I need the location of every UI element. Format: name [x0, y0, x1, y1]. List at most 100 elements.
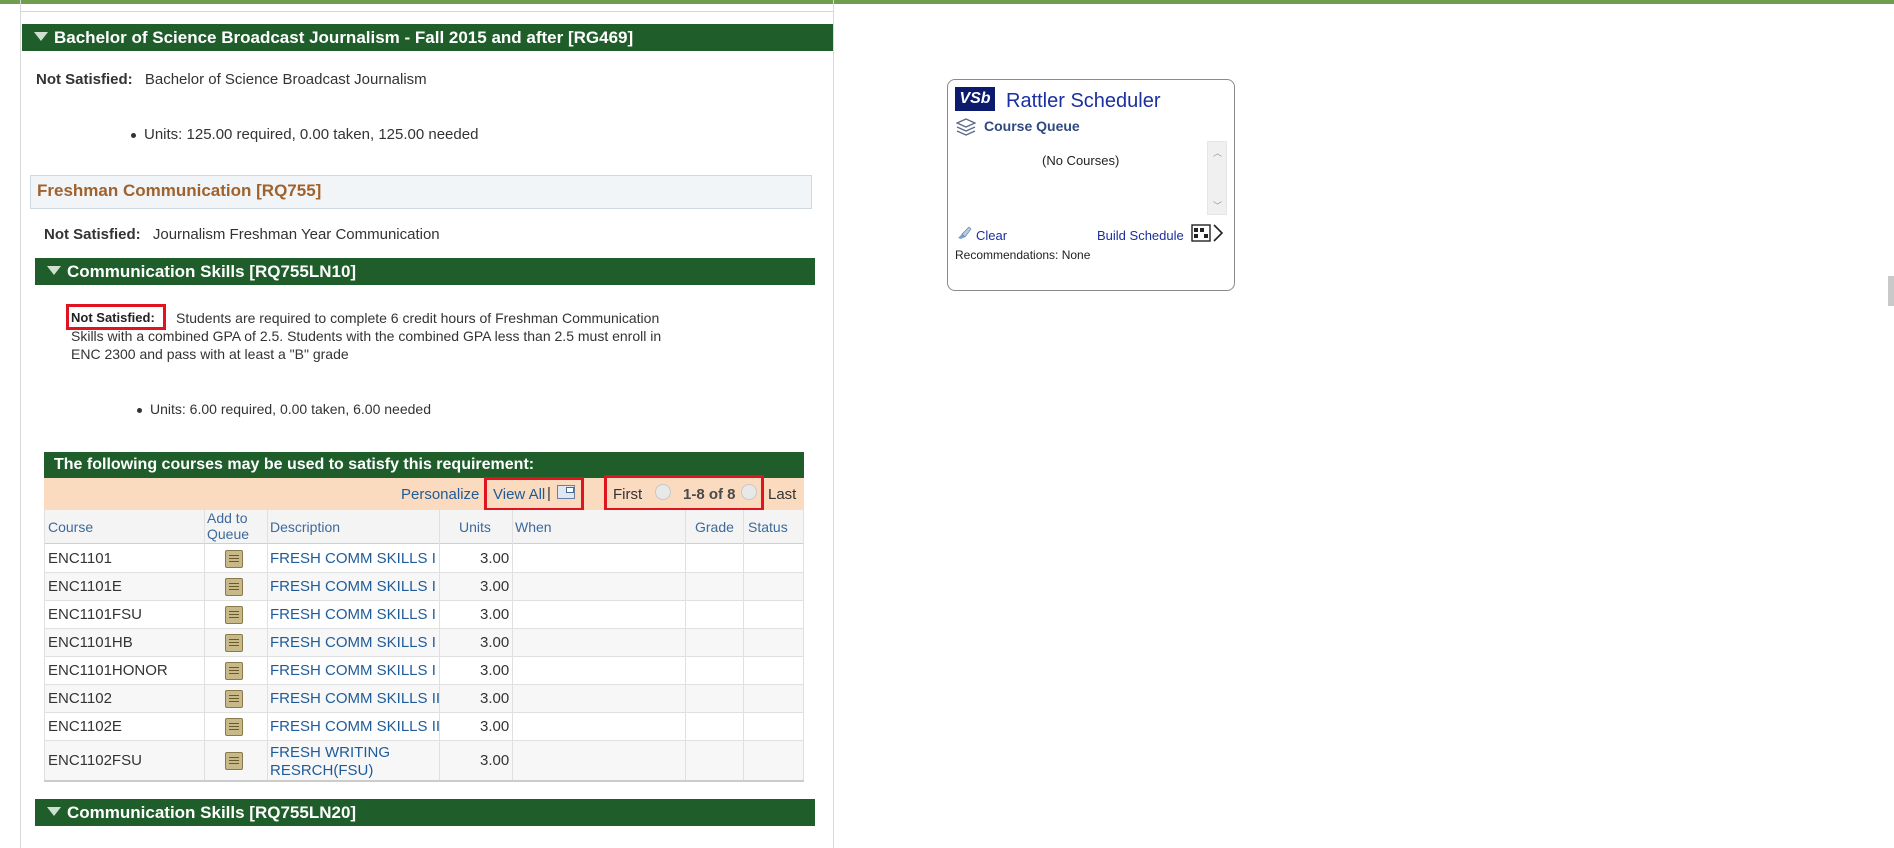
- queue-scrollbar[interactable]: ︿ ﹀: [1207, 141, 1227, 215]
- queue-empty-text: (No Courses): [1042, 153, 1120, 168]
- subreq-status-label: Not Satisfied:: [71, 310, 155, 325]
- subreq-desc-line3: ENC 2300 and pass with at least a "B" gr…: [71, 346, 349, 362]
- course-code: ENC1101: [48, 550, 112, 567]
- course-units: 3.00: [480, 662, 510, 679]
- grid-line: [685, 510, 686, 781]
- personalize-link[interactable]: Personalize: [401, 486, 479, 503]
- page-scrollbar-thumb[interactable]: [1888, 276, 1894, 306]
- table-row: ENC1102 FRESH COMM SKILLS II 3.00: [44, 685, 804, 713]
- table-header-row: Course Add to Queue Description Units Wh…: [44, 510, 804, 544]
- next-arrow-icon[interactable]: [741, 484, 757, 500]
- program-header[interactable]: Bachelor of Science Broadcast Journalism…: [22, 24, 833, 51]
- previous-section-box: [21, 0, 833, 12]
- course-code: ENC1101HONOR: [48, 662, 168, 679]
- clear-button[interactable]: Clear: [976, 228, 1007, 243]
- course-description-link[interactable]: FRESH COMM SKILLS I: [270, 634, 436, 651]
- program-units: Units: 125.00 required, 0.00 taken, 125.…: [131, 126, 478, 143]
- course-code: ENC1101FSU: [48, 606, 142, 623]
- collapse-triangle-icon[interactable]: [47, 807, 61, 816]
- course-code: ENC1101E: [48, 578, 122, 595]
- collapse-triangle-icon[interactable]: [34, 32, 48, 41]
- build-schedule-button[interactable]: Build Schedule: [1097, 228, 1184, 243]
- grid-line: [803, 510, 804, 781]
- course-queue-label: Course Queue: [984, 118, 1080, 134]
- course-description-link-line2[interactable]: RESRCH(FSU): [270, 762, 373, 779]
- grid-line: [743, 510, 744, 781]
- program-header-text: Bachelor of Science Broadcast Journalism…: [54, 28, 634, 47]
- course-units: 3.00: [480, 634, 510, 651]
- course-description-link[interactable]: FRESH COMM SKILLS I: [270, 662, 436, 679]
- add-to-queue-icon[interactable]: [225, 634, 243, 652]
- add-to-queue-icon[interactable]: [225, 662, 243, 680]
- requirement-status-text: Journalism Freshman Year Communication: [152, 226, 440, 243]
- popout-grid-icon[interactable]: [557, 485, 575, 499]
- course-description-link[interactable]: FRESH COMM SKILLS I: [270, 606, 436, 623]
- subreq-desc-line2: Skills with a combined GPA of 2.5. Stude…: [71, 328, 662, 344]
- prev-arrow-icon[interactable]: [655, 484, 671, 500]
- table-row: ENC1102FSU FRESH WRITING RESRCH(FSU) 3.00: [44, 741, 804, 781]
- col-add-line1: Add to: [207, 510, 248, 526]
- table-row: ENC1101HONOR FRESH COMM SKILLS I 3.00: [44, 657, 804, 685]
- program-status: Not Satisfied: Bachelor of Science Broad…: [36, 71, 427, 88]
- table-row: ENC1101 FRESH COMM SKILLS I 3.00: [44, 545, 804, 573]
- view-all-link[interactable]: View All: [493, 486, 545, 503]
- subreq-units: Units: 6.00 required, 0.00 taken, 6.00 n…: [137, 401, 431, 417]
- course-units: 3.00: [480, 606, 510, 623]
- recommendations-text: Recommendations: None: [955, 248, 1091, 262]
- grid-line: [267, 510, 268, 781]
- program-status-text: Bachelor of Science Broadcast Journalism: [144, 71, 427, 88]
- course-units: 3.00: [480, 718, 510, 735]
- table-row: ENC1101HB FRESH COMM SKILLS I 3.00: [44, 629, 804, 657]
- program-units-text: Units: 125.00 required, 0.00 taken, 125.…: [144, 126, 479, 143]
- subreq-desc-line1: Students are required to complete 6 cred…: [176, 310, 660, 326]
- scheduler-title: Rattler Scheduler: [1006, 90, 1161, 112]
- add-to-queue-icon[interactable]: [225, 752, 243, 770]
- col-course[interactable]: Course: [48, 519, 93, 535]
- col-status[interactable]: Status: [748, 519, 788, 535]
- course-units: 3.00: [480, 578, 510, 595]
- last-link[interactable]: Last: [768, 486, 796, 503]
- grid-line: [512, 510, 513, 781]
- course-description-link[interactable]: FRESH COMM SKILLS II: [270, 718, 440, 735]
- table-row: ENC1101E FRESH COMM SKILLS I 3.00: [44, 573, 804, 601]
- bullet: [137, 407, 142, 413]
- subrequirement-header[interactable]: Communication Skills [RQ755LN10]: [35, 258, 815, 285]
- add-to-queue-icon[interactable]: [225, 578, 243, 596]
- subrequirement-header-2-text: Communication Skills [RQ755LN20]: [67, 803, 357, 822]
- subrequirement-header-text: Communication Skills [RQ755LN10]: [67, 262, 357, 281]
- course-units: 3.00: [480, 752, 510, 769]
- subreq-units-text: Units: 6.00 required, 0.00 taken, 6.00 n…: [150, 401, 431, 417]
- clear-brush-icon[interactable]: [956, 226, 972, 240]
- collapse-triangle-icon[interactable]: [47, 266, 61, 275]
- page-range: 1-8 of 8: [683, 486, 736, 503]
- first-link[interactable]: First: [613, 486, 642, 503]
- col-add-line2: Queue: [207, 526, 250, 542]
- grid-line: [439, 510, 440, 781]
- scroll-down-icon[interactable]: ﹀: [1213, 199, 1222, 212]
- course-description-link[interactable]: FRESH COMM SKILLS I: [270, 578, 436, 595]
- col-grade[interactable]: Grade: [695, 519, 734, 535]
- grid-line: [204, 510, 205, 781]
- course-code: ENC1102FSU: [48, 752, 142, 769]
- col-units[interactable]: Units: [459, 519, 491, 535]
- course-description-link[interactable]: FRESH COMM SKILLS I: [270, 550, 436, 567]
- course-code: ENC1101HB: [48, 634, 133, 651]
- add-to-queue-icon[interactable]: [225, 550, 243, 568]
- col-when[interactable]: When: [515, 519, 552, 535]
- requirement-status: Not Satisfied: Journalism Freshman Year …: [44, 226, 440, 243]
- view-all-separator: |: [547, 485, 551, 502]
- vsb-logo: VSb: [955, 87, 995, 111]
- add-to-queue-icon[interactable]: [225, 718, 243, 736]
- grid-bottom-border: [44, 780, 804, 782]
- subrequirement-header-2[interactable]: Communication Skills [RQ755LN20]: [35, 799, 815, 826]
- course-description-link[interactable]: FRESH COMM SKILLS II: [270, 690, 440, 707]
- add-to-queue-icon[interactable]: [225, 690, 243, 708]
- grid-line: [44, 510, 45, 781]
- col-description[interactable]: Description: [270, 519, 340, 535]
- add-to-queue-icon[interactable]: [225, 606, 243, 624]
- scroll-up-icon[interactable]: ︿: [1213, 146, 1222, 159]
- course-description-link[interactable]: FRESH WRITING: [270, 744, 390, 761]
- course-units: 3.00: [480, 690, 510, 707]
- calendar-arrow-icon[interactable]: [1191, 222, 1227, 244]
- requirement-status-label: Not Satisfied:: [44, 226, 141, 243]
